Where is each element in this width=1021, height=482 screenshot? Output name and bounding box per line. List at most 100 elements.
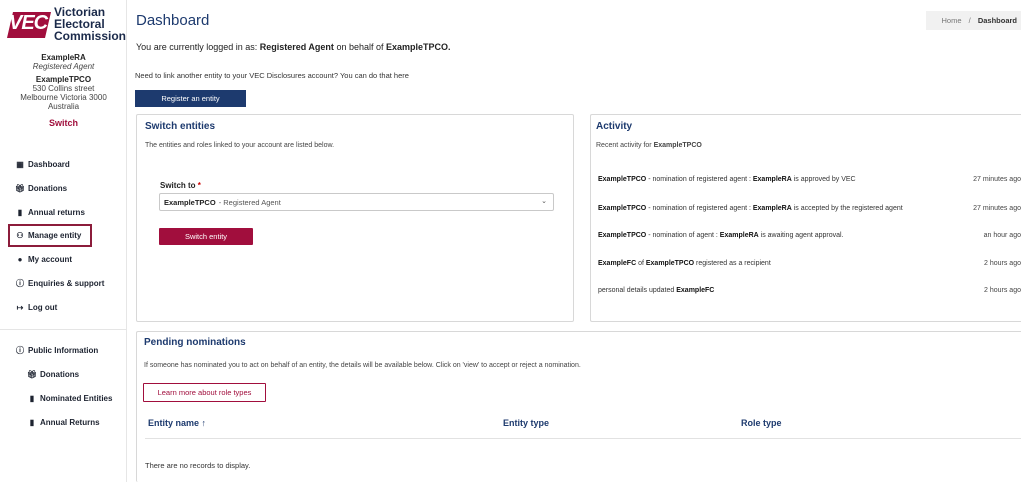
entity-address-line: 530 Collins street <box>32 84 95 93</box>
sidebar-item-nominated-entities[interactable]: ▮ Nominated Entities <box>11 386 123 410</box>
user-role: Registered Agent <box>32 62 95 71</box>
breadcrumb-home[interactable]: Home <box>942 16 962 25</box>
main-content: Dashboard Home / Dashboard You are curre… <box>135 0 1021 482</box>
file-icon: ▮ <box>29 393 35 403</box>
sidebar-item-label: Public Information <box>28 345 99 355</box>
sidebar-item-public-information[interactable]: ⓘ Public Information <box>11 338 123 362</box>
activity-card: Activity Recent activity for ExampleTPCO… <box>590 114 1021 322</box>
sidebar-item-label: Enquiries & support <box>28 278 105 288</box>
activity-text: ExampleTPCO - nomination of registered a… <box>598 176 856 183</box>
user-info: ExampleRA Registered Agent ExampleTPCO 5… <box>0 53 127 128</box>
activity-row: ExampleTPCO - nomination of agent : Exam… <box>598 232 1021 239</box>
page-title: Dashboard <box>136 12 210 29</box>
activity-time: 27 minutes ago <box>973 205 1021 212</box>
breadcrumb: Home / Dashboard <box>925 11 1021 30</box>
login-status: You are currently logged in as: Register… <box>136 42 451 52</box>
sidebar-item-my-account[interactable]: ● My account <box>11 247 123 271</box>
card-subtitle: Recent activity for ExampleTPCO <box>596 142 702 149</box>
sidebar-item-enquiries[interactable]: ⓘ Enquiries & support <box>11 271 123 295</box>
column-header-role-type[interactable]: Role type <box>741 418 782 428</box>
breadcrumb-current: Dashboard <box>977 16 1017 25</box>
chevron-down-icon: ⌄ <box>541 198 547 205</box>
activity-subtitle-entity: ExampleTPCO <box>653 142 702 149</box>
sidebar: VEC Victorian Electoral Commission Examp… <box>0 0 127 482</box>
login-role: Registered Agent <box>259 42 334 52</box>
activity-row: ExampleFC of ExampleTPCO registered as a… <box>598 260 1021 267</box>
sidebar-item-donations[interactable]: 🎁︎ Donations <box>11 176 123 200</box>
activity-time: an hour ago <box>983 232 1021 239</box>
activity-time: 2 hours ago <box>984 287 1021 294</box>
card-subtitle: If someone has nominated you to act on b… <box>144 362 581 369</box>
sidebar-item-public-annual-returns[interactable]: ▮ Annual Returns <box>11 410 123 434</box>
login-middle: on behalf of <box>333 42 386 52</box>
logo-name: Victorian Electoral Commission <box>54 6 126 42</box>
gift-icon: 🎁︎ <box>27 369 38 379</box>
empty-table-message: There are no records to display. <box>145 461 251 470</box>
users-icon: ⚇ <box>16 231 24 240</box>
sidebar-item-label: My account <box>28 254 73 264</box>
card-subtitle: The entities and roles linked to your ac… <box>145 142 335 149</box>
grid-icon: ▦ <box>16 159 24 169</box>
switch-entities-card: Switch entities The entities and roles l… <box>136 114 574 322</box>
activity-row: ExampleTPCO - nomination of registered a… <box>598 176 1021 183</box>
entity-name: ExampleTPCO <box>35 75 92 84</box>
info-icon: ⓘ <box>16 345 24 355</box>
login-entity: ExampleTPCO. <box>385 42 451 52</box>
selected-entity: ExampleTPCO <box>164 197 216 207</box>
card-title: Activity <box>596 121 633 132</box>
logo-mark-text: VEC <box>9 12 48 34</box>
activity-row: ExampleTPCO - nomination of registered a… <box>598 205 1021 212</box>
sidebar-item-label: Donations <box>28 183 68 193</box>
entity-address-line: Melbourne Victoria 3000 <box>20 93 107 102</box>
sidebar-item-label: Dashboard <box>28 159 70 169</box>
sidebar-item-public-donations[interactable]: 🎁︎ Donations <box>11 362 123 386</box>
activity-text: ExampleFC of ExampleTPCO registered as a… <box>598 260 771 267</box>
sidebar-item-log-out[interactable]: ↦ Log out <box>11 295 123 319</box>
column-header-entity-name[interactable]: Entity name ↑ <box>148 418 206 428</box>
sidebar-item-label: Log out <box>28 302 58 312</box>
sidebar-item-label: Nominated Entities <box>40 393 113 403</box>
activity-subtitle-prefix: Recent activity for <box>596 142 654 149</box>
activity-row: personal details updated ExampleFC 2 hou… <box>598 287 1021 294</box>
sidebar-item-annual-returns[interactable]: ▮ Annual returns <box>11 200 123 224</box>
vec-logo[interactable]: VEC Victorian Electoral Commission <box>7 6 126 46</box>
nav-divider <box>0 329 127 330</box>
link-entity-text: Need to link another entity to your VEC … <box>135 71 409 80</box>
learn-role-types-button[interactable]: Learn more about role types <box>143 383 266 402</box>
switch-to-select[interactable]: ExampleTPCO - Registered Agent ⌄ <box>159 193 554 211</box>
switch-to-label-text: Switch to <box>160 181 196 190</box>
activity-text: personal details updated ExampleFC <box>598 287 715 294</box>
pending-nominations-card: Pending nominations If someone has nomin… <box>136 331 1021 482</box>
sidebar-item-manage-entity[interactable]: ⚇ Manage entity <box>8 224 92 247</box>
sidebar-item-label: Donations <box>40 369 80 379</box>
sidebar-item-label: Annual Returns <box>40 417 100 427</box>
breadcrumb-separator: / <box>968 16 971 25</box>
login-prefix: You are currently logged in as: <box>136 42 260 52</box>
table-header-divider <box>145 438 1021 439</box>
column-header-entity-type[interactable]: Entity type <box>503 418 549 428</box>
entity-address-line: Australia <box>47 102 80 111</box>
sidebar-item-label: Manage entity <box>28 231 82 240</box>
file-icon: ▮ <box>29 417 35 427</box>
sidebar-item-label: Annual returns <box>28 207 85 217</box>
card-title: Pending nominations <box>144 337 246 348</box>
activity-text: ExampleTPCO - nomination of registered a… <box>598 205 903 212</box>
user-icon: ● <box>17 254 23 264</box>
sidebar-item-dashboard[interactable]: ▦ Dashboard <box>11 152 123 176</box>
register-entity-button[interactable]: Register an entity <box>135 90 246 107</box>
selected-role: - Registered Agent <box>218 197 281 207</box>
user-name: ExampleRA <box>41 53 86 62</box>
switch-link[interactable]: Switch <box>0 119 127 128</box>
activity-time: 2 hours ago <box>984 260 1021 267</box>
activity-text: ExampleTPCO - nomination of agent : Exam… <box>598 232 844 239</box>
logout-icon: ↦ <box>16 302 24 312</box>
logo-name-line: Commission <box>54 29 127 43</box>
sidebar-nav: ▦ Dashboard 🎁︎ Donations ▮ Annual return… <box>0 152 127 434</box>
required-mark: * <box>197 181 201 190</box>
switch-entity-button[interactable]: Switch entity <box>159 228 253 245</box>
activity-time: 27 minutes ago <box>973 176 1021 183</box>
file-icon: ▮ <box>17 207 23 217</box>
card-title: Switch entities <box>145 121 216 132</box>
switch-to-label: Switch to * <box>160 181 201 190</box>
info-icon: ⓘ <box>16 278 24 288</box>
